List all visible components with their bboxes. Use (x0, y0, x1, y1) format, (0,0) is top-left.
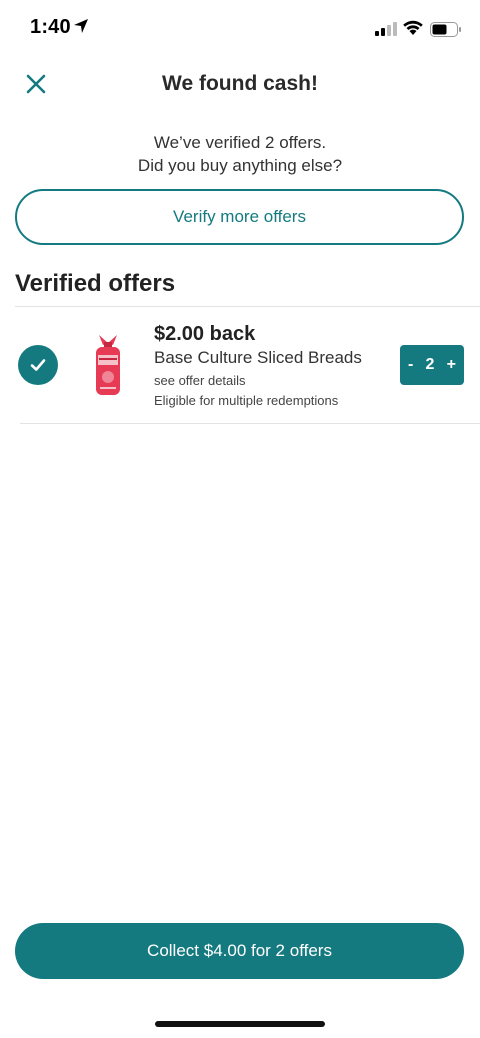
offer-amount: $2.00 back (154, 323, 256, 345)
offer-product-name: Base Culture Sliced Breads (154, 348, 362, 367)
verification-summary: We’ve verified 2 offers. Did you buy any… (0, 131, 480, 177)
increment-button[interactable]: + (447, 356, 456, 374)
offer-eligibility-note: Eligible for multiple redemptions (154, 393, 339, 408)
see-offer-details-link[interactable]: see offer details (154, 373, 246, 388)
decrement-button[interactable]: - (408, 356, 413, 374)
quantity-value: 2 (425, 356, 435, 373)
page-title: We found cash! (162, 72, 318, 95)
wifi-icon (403, 20, 423, 35)
cellular-signal-icon (375, 22, 397, 36)
status-bar: 1:40 (0, 0, 480, 60)
battery-icon (430, 22, 461, 37)
checkmark-icon (18, 345, 58, 385)
offer-row[interactable]: $2.00 back Base Culture Sliced Breads se… (0, 307, 480, 423)
summary-line-1: We’ve verified 2 offers. (153, 133, 327, 152)
section-heading: Verified offers (15, 270, 176, 297)
status-time: 1:40 (30, 16, 71, 38)
screen: 1:40 We found cash! We’ve verified 2 off (0, 0, 480, 1038)
home-indicator (155, 1021, 325, 1027)
verify-more-offers-button[interactable]: Verify more offers (15, 189, 464, 245)
bread-product-image (96, 335, 120, 395)
quantity-stepper[interactable]: - 2 + (400, 345, 464, 385)
divider (20, 423, 480, 424)
collect-cash-button[interactable]: Collect $4.00 for 2 offers (15, 923, 464, 979)
summary-line-2: Did you buy anything else? (137, 156, 343, 175)
location-arrow-icon (74, 19, 88, 33)
